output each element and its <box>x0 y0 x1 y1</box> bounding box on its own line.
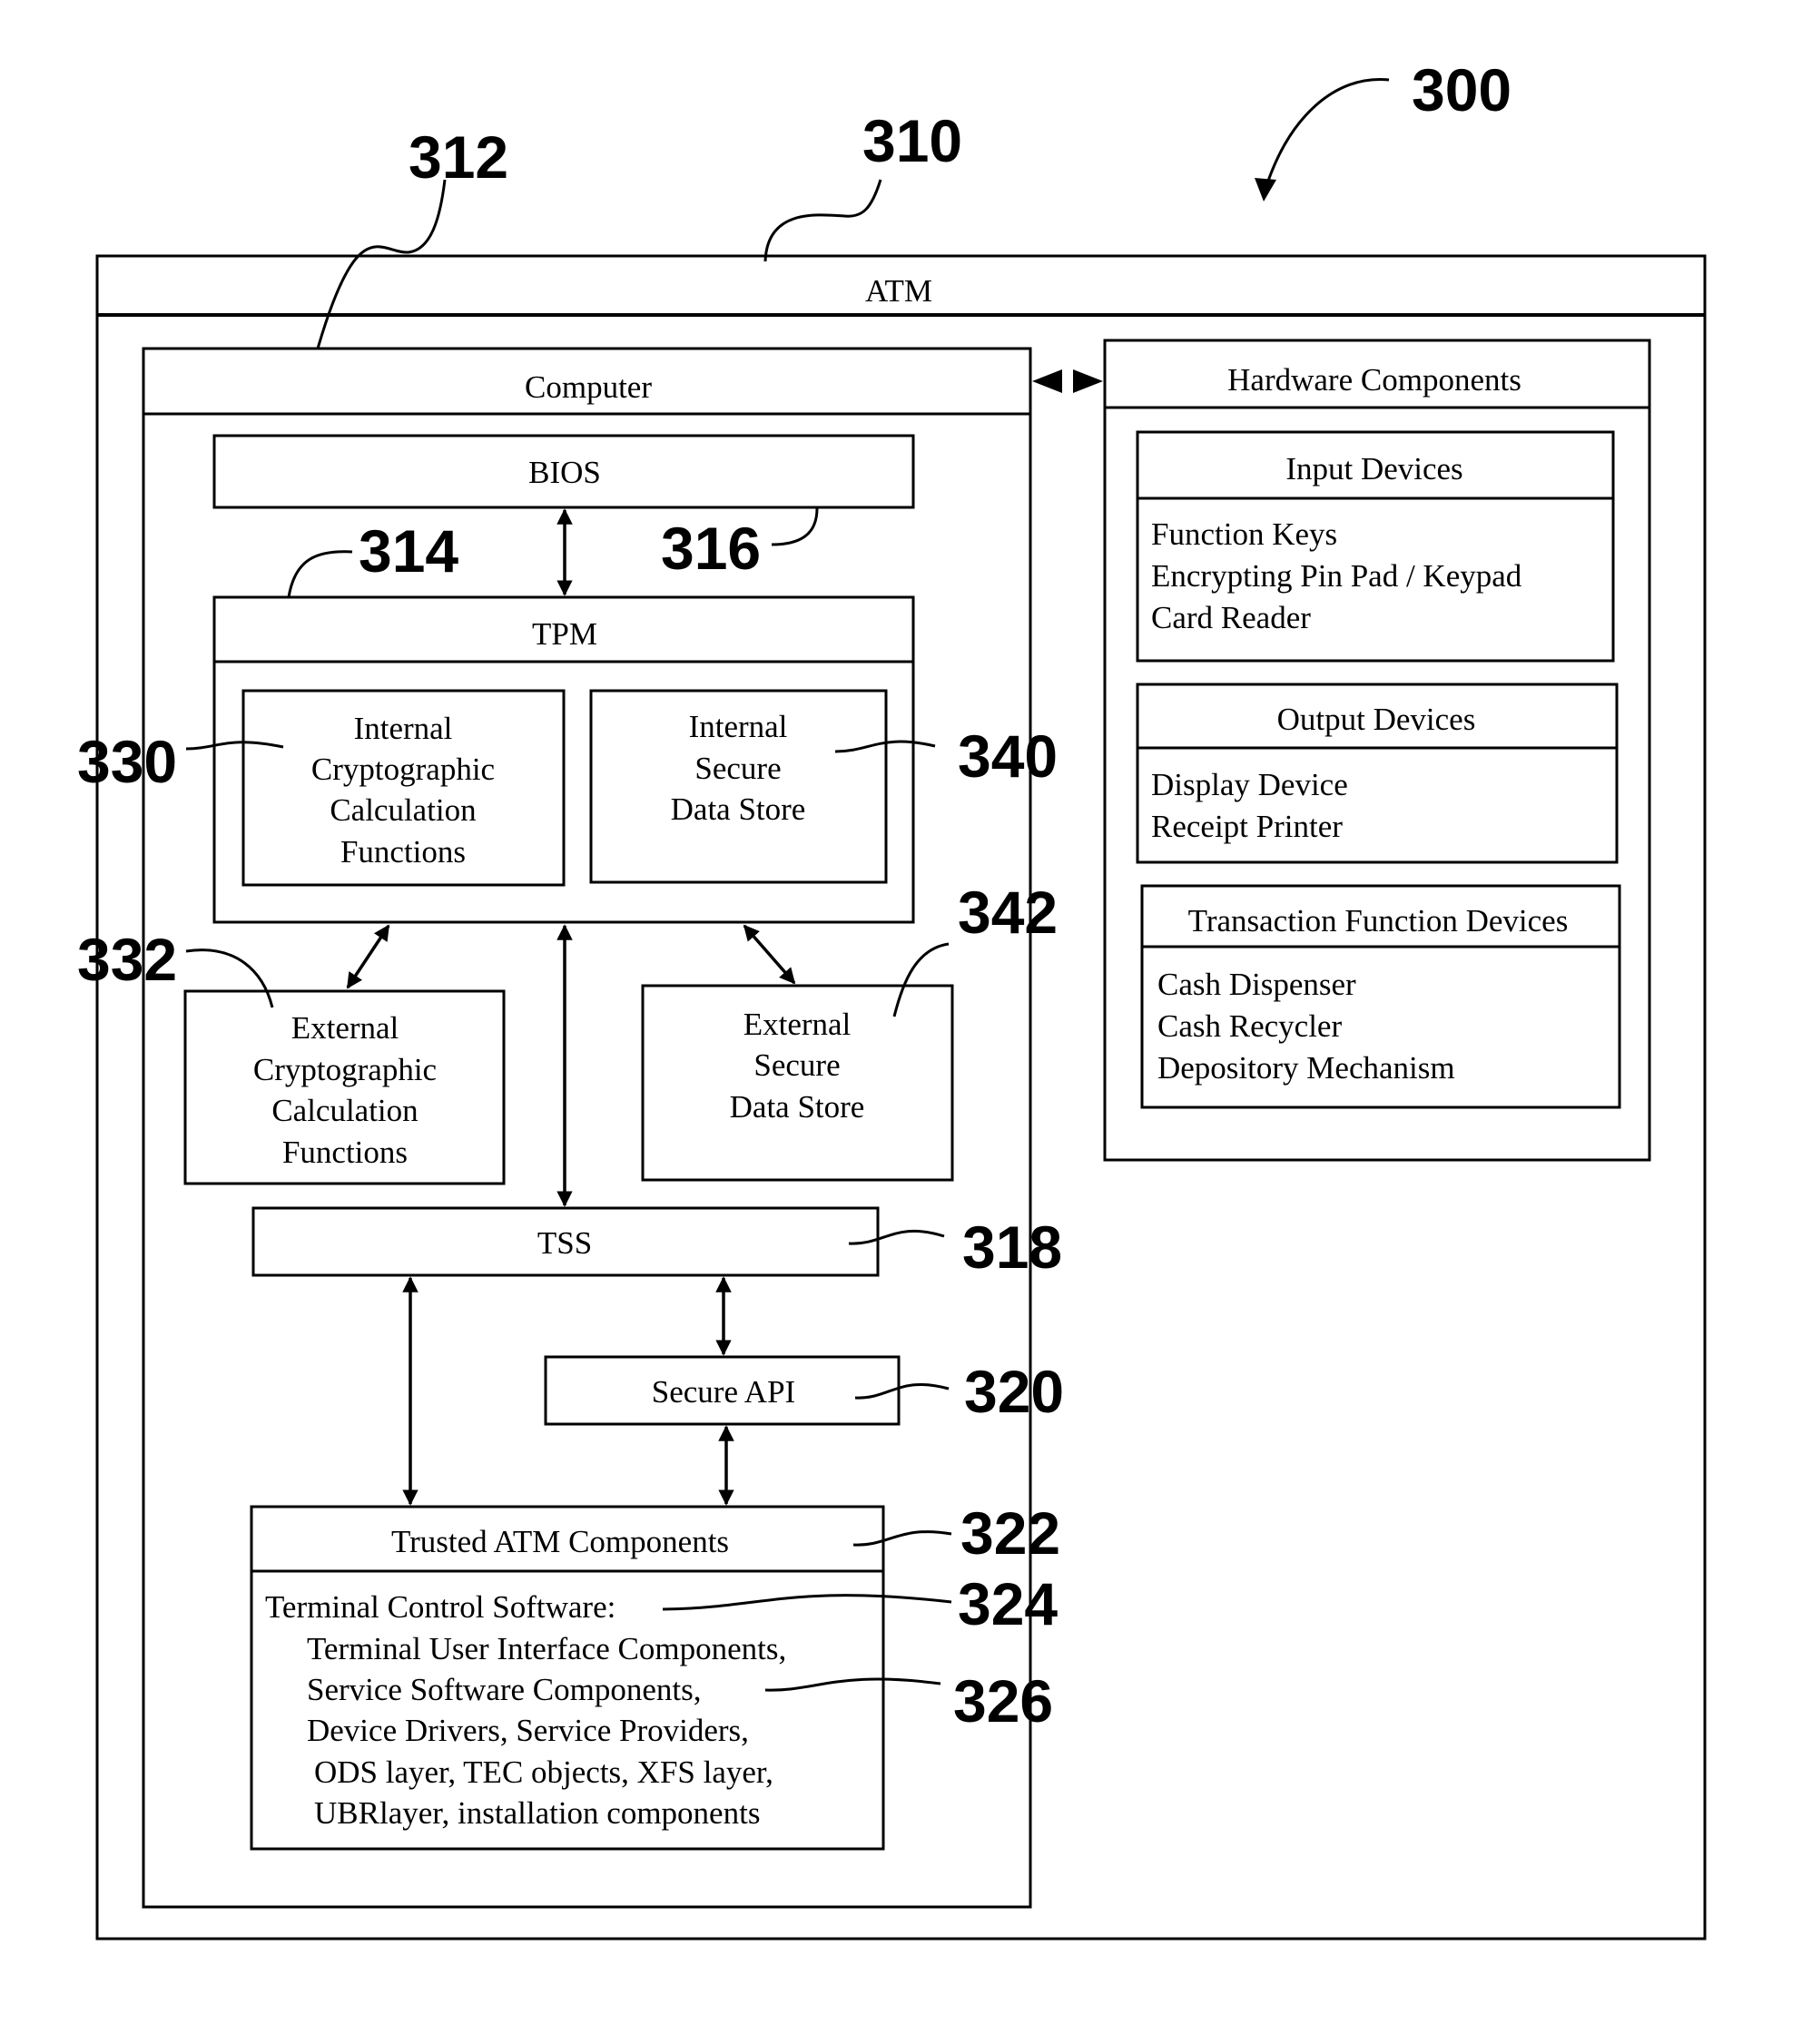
input-device-item: Card Reader <box>1151 600 1311 635</box>
bios-title: BIOS <box>528 455 601 490</box>
transaction-device-item: Depository Mechanism <box>1157 1050 1455 1086</box>
input-device-item: Function Keys <box>1151 516 1337 552</box>
internal-crypto-line-3: Calculation <box>330 792 476 828</box>
ref-324-leader <box>662 1594 952 1611</box>
output-device-item: Receipt Printer <box>1151 809 1343 844</box>
ref-314: 314 <box>359 517 458 585</box>
ref-340: 340 <box>958 722 1058 790</box>
ref-300: 300 <box>1412 56 1512 123</box>
input-device-item: Encrypting Pin Pad / Keypad <box>1151 558 1522 594</box>
ref-326: 326 <box>953 1667 1053 1734</box>
trusted-item-4: ODS layer, TEC objects, XFS layer, <box>314 1754 773 1790</box>
ref-300-arrowhead <box>1255 178 1276 201</box>
ref-316: 316 <box>661 515 761 582</box>
secure-api-title: Secure API <box>652 1374 795 1410</box>
ref-332: 332 <box>77 926 177 993</box>
external-crypto-line-3: Calculation <box>271 1093 418 1128</box>
ref-316-leader <box>771 507 819 546</box>
tcs-label: Terminal Control Software: <box>265 1589 615 1625</box>
trusted-item-2: Service Software Components, <box>307 1672 702 1707</box>
output-devices-title: Output Devices <box>1277 702 1476 737</box>
transaction-device-item: Cash Recycler <box>1157 1008 1342 1044</box>
ref-324: 324 <box>958 1570 1058 1637</box>
ref-310-leader <box>763 179 882 262</box>
ref-310: 310 <box>862 107 962 174</box>
ref-342-leader <box>892 942 950 1017</box>
external-crypto-line-2: Cryptographic <box>253 1052 437 1087</box>
ref-332-leader <box>185 948 274 1008</box>
ref-330: 330 <box>77 728 177 795</box>
ref-330-leader <box>185 741 284 751</box>
ref-312-leader <box>316 179 447 349</box>
tpm-external-store-arrow <box>743 924 796 985</box>
internal-store-line-1: Internal <box>689 709 788 744</box>
internal-crypto-line-2: Cryptographic <box>311 752 495 787</box>
ref-300-leader <box>1265 78 1390 187</box>
internal-crypto-line-1: Internal <box>354 711 453 746</box>
atm-title: ATM <box>865 273 932 309</box>
trusted-item-3: Device Drivers, Service Providers, <box>307 1713 749 1748</box>
external-store-line-1: External <box>743 1007 852 1042</box>
computer-hardware-arrow-right <box>1073 369 1103 393</box>
input-devices-title: Input Devices <box>1285 451 1462 486</box>
external-store-line-2: Secure <box>753 1047 840 1083</box>
computer-title: Computer <box>525 369 652 405</box>
ref-326-leader <box>764 1677 941 1692</box>
external-crypto-line-4: Functions <box>282 1135 408 1170</box>
external-store-line-3: Data Store <box>730 1089 865 1125</box>
internal-store-line-2: Secure <box>694 751 781 786</box>
ref-320: 320 <box>964 1358 1064 1425</box>
ref-322-leader <box>852 1530 952 1547</box>
ref-314-leader <box>287 550 353 598</box>
external-crypto-line-1: External <box>291 1010 399 1046</box>
ref-318-leader <box>848 1229 945 1245</box>
ref-320-leader <box>854 1383 950 1400</box>
hardware-title: Hardware Components <box>1227 362 1521 398</box>
atm-architecture-diagram: 300 ATM 310 Computer 312 BIOS 316 TPM 31… <box>77 56 1707 1941</box>
tss-title: TSS <box>537 1225 592 1261</box>
ref-322: 322 <box>960 1499 1060 1567</box>
internal-store-line-3: Data Store <box>671 791 806 827</box>
transaction-device-item: Cash Dispenser <box>1157 967 1356 1002</box>
tpm-external-crypto-arrow <box>346 924 390 989</box>
tpm-title: TPM <box>532 616 597 652</box>
internal-crypto-line-4: Functions <box>340 834 466 870</box>
ref-342: 342 <box>958 879 1058 946</box>
transaction-devices-title: Transaction Function Devices <box>1188 903 1569 938</box>
trusted-item-1: Terminal User Interface Components, <box>307 1631 786 1666</box>
trusted-item-5: UBRlayer, installation components <box>314 1795 760 1831</box>
ref-312: 312 <box>409 123 508 191</box>
trusted-title: Trusted ATM Components <box>391 1524 729 1559</box>
ref-318: 318 <box>962 1214 1062 1281</box>
output-device-item: Display Device <box>1151 767 1348 802</box>
computer-hardware-arrow-left <box>1032 369 1062 393</box>
